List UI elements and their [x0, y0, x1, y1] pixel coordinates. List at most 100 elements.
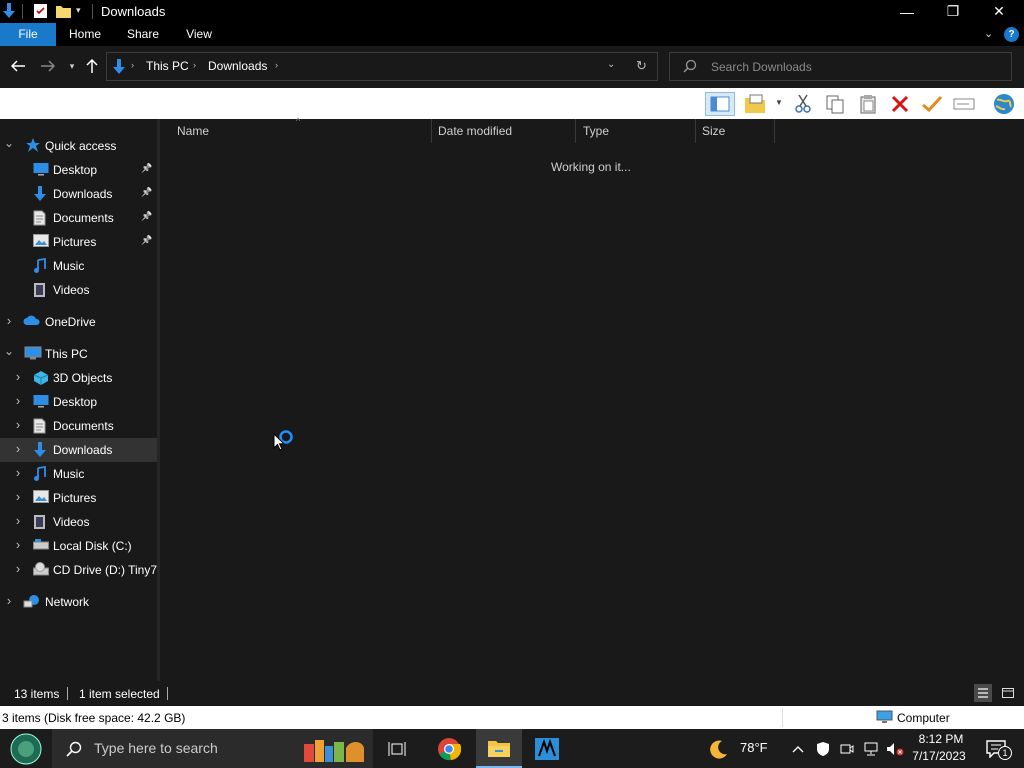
properties-button[interactable] [743, 92, 767, 116]
nav-quick-access-downloads[interactable]: Downloads 📌 [0, 182, 157, 206]
help-icon[interactable]: ? [1004, 27, 1019, 42]
chevron-right-icon[interactable]: › [13, 465, 23, 480]
column-header-size[interactable]: Size [702, 124, 725, 142]
taskbar-search-box[interactable]: Type here to search [52, 729, 373, 768]
network-tray-button[interactable] [861, 729, 881, 768]
nav-quick-access-documents[interactable]: Documents 📌 [0, 206, 157, 230]
nav-this-pc-desktop[interactable]: › Desktop [0, 390, 157, 414]
breadcrumb-this-pc[interactable]: This PC [146, 59, 189, 73]
clock-date[interactable]: 7/17/2023 [911, 749, 967, 763]
column-header-type[interactable]: Type [583, 124, 609, 142]
minimize-button[interactable]: — [884, 0, 930, 23]
show-hidden-icons-button[interactable] [788, 729, 808, 768]
view-dropdown-icon[interactable]: ▼ [775, 98, 783, 107]
chevron-right-icon[interactable]: › [13, 537, 23, 552]
rename-button[interactable] [920, 92, 944, 116]
nav-quick-access[interactable]: ⌄ Quick access [0, 134, 157, 158]
forward-button[interactable] [36, 54, 60, 78]
task-view-button[interactable] [380, 729, 414, 768]
nav-network[interactable]: › Network [0, 590, 157, 614]
copy-button[interactable] [823, 92, 847, 116]
search-icon [683, 59, 697, 73]
search-icon [66, 741, 82, 757]
chevron-right-icon[interactable]: › [13, 513, 23, 528]
chevron-right-icon[interactable]: › [13, 489, 23, 504]
quick-access-toolbar-dropdown-icon[interactable]: ▾ [76, 5, 81, 16]
chrome-taskbar-button[interactable] [430, 729, 468, 768]
properties-icon[interactable] [33, 3, 48, 19]
nav-quick-access-desktop[interactable]: Desktop 📌 [0, 158, 157, 182]
status-bar: 13 items 1 item selected [0, 681, 1024, 706]
large-icons-view-button[interactable] [999, 684, 1017, 702]
nav-quick-access-videos[interactable]: Videos [0, 278, 157, 302]
nav-this-pc-pictures[interactable]: › Pictures [0, 486, 157, 510]
chevron-right-icon[interactable]: › [13, 393, 23, 408]
delete-button[interactable] [888, 92, 912, 116]
shield-icon [817, 741, 829, 756]
column-header-name[interactable]: Name [177, 124, 209, 142]
item-count: 13 items [14, 687, 60, 701]
start-orb-icon [10, 733, 42, 764]
address-history-dropdown-icon[interactable]: ⌄ [607, 59, 615, 70]
nav-this-pc-local-disk-c-[interactable]: › Local Disk (C:) [0, 534, 157, 558]
column-header-date-modified[interactable]: Date modified [438, 124, 512, 142]
chevron-right-icon[interactable]: › [13, 369, 23, 384]
tab-share[interactable]: Share [116, 23, 170, 46]
clock-time[interactable]: 8:12 PM [916, 732, 966, 746]
window-title: Downloads [101, 4, 166, 19]
restore-button[interactable]: ❐ [930, 0, 976, 23]
internet-button[interactable] [990, 92, 1018, 116]
preview-pane-button[interactable] [705, 92, 735, 116]
expand-ribbon-icon[interactable]: ⌄ [984, 27, 993, 40]
close-button[interactable]: ✕ [976, 0, 1022, 23]
meet-now-tray-button[interactable] [837, 729, 857, 768]
paste-button[interactable] [856, 92, 880, 116]
breadcrumb-chevron-icon[interactable]: › [131, 60, 134, 70]
weather-temperature[interactable]: 78°F [740, 740, 768, 755]
details-view-icon [978, 688, 988, 698]
cut-button[interactable] [791, 92, 815, 116]
tab-home[interactable]: Home [58, 23, 112, 46]
nav-this-pc-documents[interactable]: › Documents [0, 414, 157, 438]
chevron-right-icon[interactable]: › [4, 593, 14, 608]
nav-item-label: Documents [53, 419, 114, 433]
back-button[interactable] [6, 54, 30, 78]
up-button[interactable] [80, 54, 104, 78]
app-taskbar-button[interactable] [528, 729, 566, 768]
file-list[interactable]: Name ^ Date modified Type Size Working o… [160, 116, 1024, 681]
new-folder-icon[interactable] [56, 4, 71, 18]
details-view-button[interactable] [974, 684, 992, 702]
nav-this-pc-videos[interactable]: › Videos [0, 510, 157, 534]
chevron-down-icon[interactable]: ⌄ [4, 136, 14, 150]
chevron-right-icon[interactable]: › [4, 313, 14, 328]
security-tray-button[interactable] [813, 729, 833, 768]
breadcrumb-chevron-icon[interactable]: › [193, 60, 196, 70]
rename-field-button[interactable] [952, 92, 976, 116]
nav-this-pc-cd-drive-d-tiny7[interactable]: › CD Drive (D:) Tiny7 [0, 558, 157, 582]
chevron-right-icon[interactable]: › [13, 417, 23, 432]
paste-icon [860, 95, 876, 114]
weather-button[interactable] [704, 729, 734, 768]
nav-this-pc-music[interactable]: › Music [0, 462, 157, 486]
tab-file[interactable]: File [0, 23, 56, 46]
breadcrumb-chevron-icon[interactable]: › [275, 60, 278, 70]
refresh-icon[interactable]: ↻ [636, 58, 647, 74]
nav-this-pc-3d-objects[interactable]: › 3D Objects [0, 366, 157, 390]
file-explorer-taskbar-button[interactable] [476, 729, 522, 768]
volume-tray-button[interactable] [884, 729, 906, 768]
search-box[interactable]: Search Downloads [669, 52, 1012, 81]
start-button[interactable] [0, 729, 52, 768]
nav-this-pc-downloads[interactable]: › Downloads [0, 438, 157, 462]
notifications-button[interactable]: 1 [978, 729, 1014, 768]
nav-quick-access-pictures[interactable]: Pictures 📌 [0, 230, 157, 254]
chevron-right-icon[interactable]: › [13, 441, 23, 456]
nav-quick-access-music[interactable]: Music [0, 254, 157, 278]
breadcrumb-downloads[interactable]: Downloads [208, 59, 267, 73]
chevron-right-icon[interactable]: › [13, 561, 23, 576]
nav-this-pc[interactable]: ⌄ This PC [0, 342, 157, 366]
tab-view[interactable]: View [174, 23, 224, 46]
chevron-down-icon[interactable]: ⌄ [4, 344, 14, 358]
address-bar[interactable]: › This PC › Downloads › ⌄ ↻ [106, 52, 658, 81]
forward-arrow-icon [41, 60, 55, 72]
nav-onedrive[interactable]: › OneDrive [0, 310, 157, 334]
